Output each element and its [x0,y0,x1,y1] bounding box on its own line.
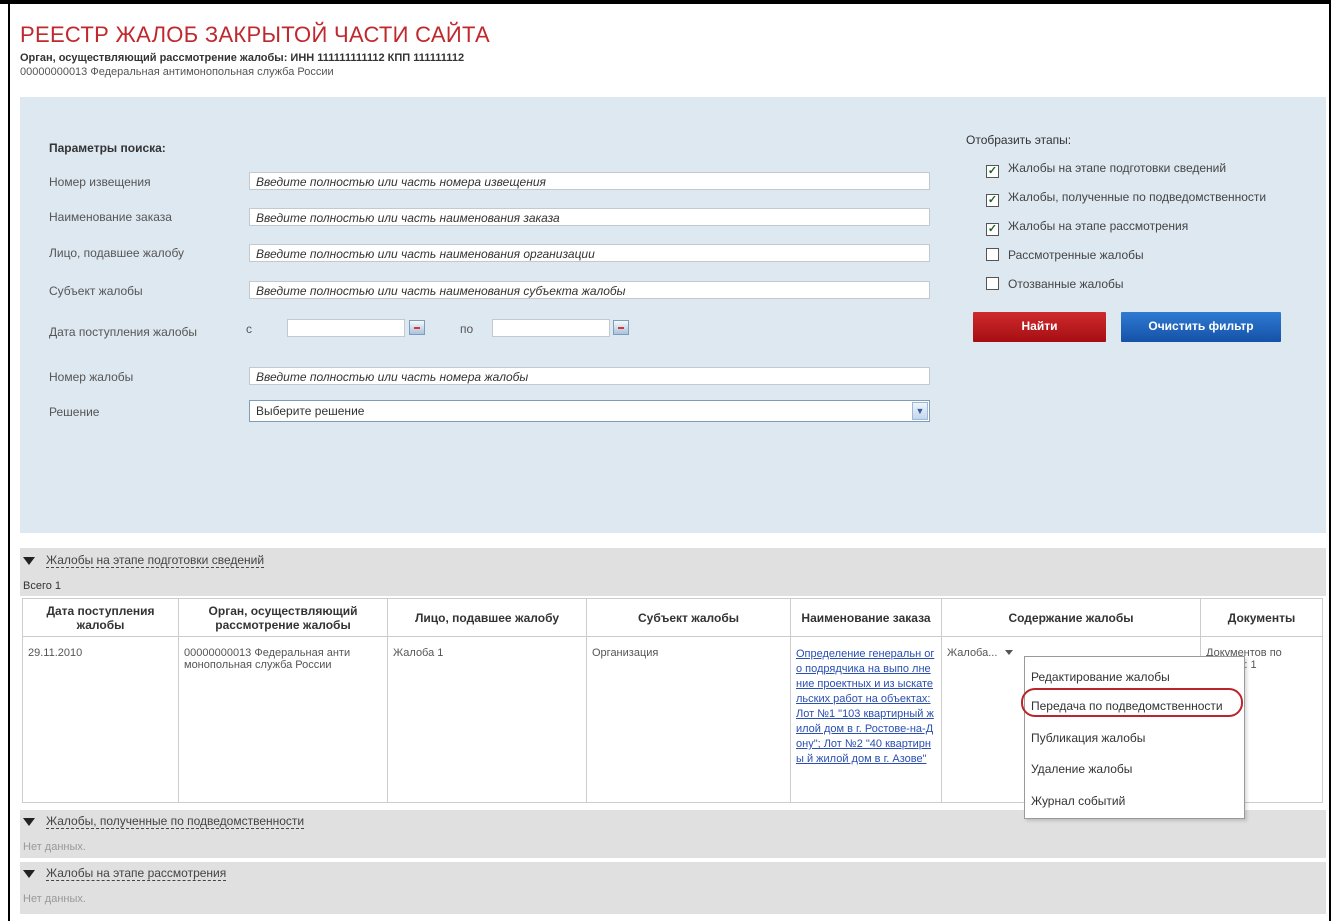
dropdown-arrow-icon[interactable] [1005,650,1014,655]
col-header-docs[interactable]: Документы [1200,598,1323,637]
order-link[interactable]: Определение генеральн ого подрядчика на … [796,647,936,767]
decision-select-value: Выберите решение [256,404,365,418]
order-name-input[interactable]: Введите полностью или часть наименования… [249,208,930,226]
complaint-context-menu: Редактирование жалобы Передача по подвед… [1024,656,1245,819]
find-button[interactable]: Найти [973,312,1106,342]
decision-select[interactable]: Выберите решение ▼ [249,400,930,422]
col-header-date[interactable]: Дата поступления жалобы [22,598,179,637]
page-title: РЕЕСТР ЖАЛОБ ЗАКРЫТОЙ ЧАСТИ САЙТА [20,22,490,47]
organization-line: 00000000013 Федеральная антимонопольная … [20,66,334,78]
calendar-from-icon[interactable] [409,320,425,335]
group-prep-count: Всего 1 [23,580,62,592]
calendar-to-icon[interactable] [613,320,629,335]
complaint-number-input[interactable]: Введите полностью или часть номера жалоб… [249,367,930,385]
complaint-subject-input[interactable]: Введите полностью или часть наименования… [249,281,930,299]
cell-subject: Организация [586,636,791,803]
complaint-number-label: Номер жалобы [49,370,134,384]
menu-event-log[interactable]: Журнал событий [1031,794,1125,808]
group-review-empty: Нет данных. [23,893,86,905]
group-received-empty: Нет данных. [23,841,86,853]
stage-withdrawn-checkbox[interactable] [986,277,999,290]
stage-prep-option[interactable]: ✓ Жалобы на этапе подготовки сведений [986,161,1226,178]
stage-review-option[interactable]: ✓ Жалобы на этапе рассмотрения [986,219,1188,236]
notice-number-input[interactable]: Введите полностью или часть номера извещ… [249,172,930,190]
chevron-down-icon[interactable]: ▼ [912,402,928,420]
stage-review-checkbox[interactable]: ✓ [986,223,999,236]
cell-organ: 00000000013 Федеральная анти монопольная… [178,636,388,803]
stage-withdrawn-option[interactable]: Отозванные жалобы [986,277,1124,291]
complainant-label: Лицо, подавшее жалобу [49,246,185,260]
collapse-triangle-icon[interactable] [23,557,35,565]
stage-received-label: Жалобы, полученные по подведомственности [1008,190,1267,204]
highlight-ring [1021,688,1243,717]
clear-filter-button[interactable]: Очистить фильтр [1121,312,1281,342]
page-subtitle: Орган, осуществляющий рассмотрение жалоб… [20,52,465,64]
content-link[interactable]: Жалоба... [947,647,997,659]
menu-publish-complaint[interactable]: Публикация жалобы [1031,731,1145,745]
col-header-complainant[interactable]: Лицо, подавшее жалобу [387,598,587,637]
notice-number-label: Номер извещения [49,175,151,189]
group-received-title[interactable]: Жалобы, полученные по подведомственности [46,815,305,829]
col-header-organ[interactable]: Орган, осуществляющий рассмотрение жалоб… [178,598,388,637]
table-header-row: Дата поступления жалобы Орган, осуществл… [22,598,1323,637]
date-from-label: с [246,322,252,336]
collapse-triangle-icon[interactable] [23,818,35,826]
stage-reviewed-option[interactable]: Рассмотренные жалобы [986,248,1144,262]
date-to-label: по [460,322,474,336]
stage-prep-label: Жалобы на этапе подготовки сведений [1008,161,1227,175]
complainant-input[interactable]: Введите полностью или часть наименования… [249,244,930,262]
menu-edit-complaint[interactable]: Редактирование жалобы [1031,670,1170,684]
menu-delete-complaint[interactable]: Удаление жалобы [1031,762,1132,776]
stages-title: Отобразить этапы: [966,133,1072,147]
stage-reviewed-checkbox[interactable] [986,248,999,261]
col-header-order[interactable]: Наименование заказа [790,598,942,637]
group-review-title[interactable]: Жалобы на этапе рассмотрения [46,867,227,881]
stage-review-label: Жалобы на этапе рассмотрения [1008,219,1189,233]
window-frame-left [8,4,10,921]
stage-reviewed-label: Рассмотренные жалобы [1008,248,1144,262]
decision-label: Решение [49,405,100,419]
stage-prep-checkbox[interactable]: ✓ [986,165,999,178]
order-name-label: Наименование заказа [49,210,172,224]
collapse-triangle-icon[interactable] [23,870,35,878]
stage-received-checkbox[interactable]: ✓ [986,194,999,207]
date-to-input[interactable] [492,319,610,337]
complaint-subject-label: Субъект жалобы [49,284,143,298]
cell-order: Определение генеральн ого подрядчика на … [790,636,942,803]
window-frame-top [0,0,1331,4]
group-prep-title[interactable]: Жалобы на этапе подготовки сведений [46,554,265,568]
stage-withdrawn-label: Отозванные жалобы [1008,277,1124,291]
search-params-title: Параметры поиска: [49,141,166,155]
cell-complainant: Жалоба 1 [387,636,587,803]
cell-date: 29.11.2010 [22,636,179,803]
date-from-input[interactable] [287,319,405,337]
stage-received-option[interactable]: ✓ Жалобы, полученные по подведомственност… [986,190,1266,207]
col-header-subject[interactable]: Субъект жалобы [586,598,791,637]
receipt-date-label: Дата поступления жалобы [49,325,198,339]
col-header-content[interactable]: Содержание жалобы [941,598,1201,637]
